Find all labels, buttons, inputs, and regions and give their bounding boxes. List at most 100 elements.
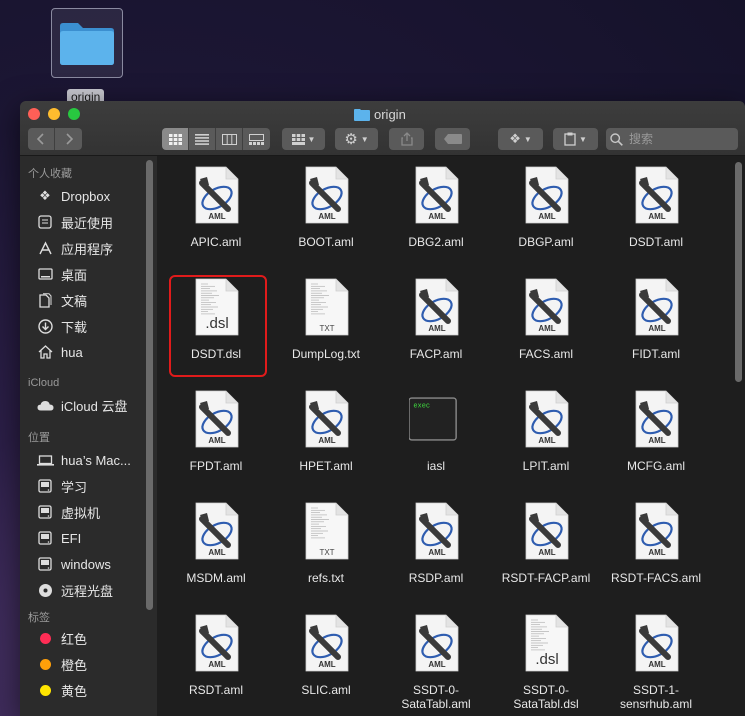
aml-file-icon: AML [195,166,239,224]
file-item[interactable]: TXT refs.txt [271,501,381,611]
sidebar-item[interactable]: 橙色 [36,653,154,675]
view-columns-button[interactable] [216,128,243,150]
tag-dot-icon [36,682,54,698]
file-item[interactable]: AML FACS.aml [491,277,601,387]
search-field[interactable] [606,128,738,150]
file-item[interactable]: AML LPIT.aml [491,389,601,499]
sidebar-item[interactable]: 文稿 [36,289,154,311]
file-item[interactable]: AML RSDT-FACP.aml [491,501,601,611]
extension-button[interactable]: ▼ [553,128,598,150]
file-item[interactable]: AML MCFG.aml [601,389,711,499]
sidebar: 个人收藏 ❖ Dropbox 最近使用 应用程序 桌面 文稿 下载 hua iCloud iClou… [20,156,157,716]
file-item[interactable]: .dsl SSDT-0-SataTabl.dsl [491,613,601,716]
svg-text:AML: AML [208,660,225,669]
sidebar-item[interactable]: 下载 [36,315,154,337]
file-name-label: SSDT-1-sensrhub.aml [619,683,693,711]
file-item[interactable]: AML RSDT-FACS.aml [601,501,711,611]
file-item[interactable]: AML RSDT.aml [161,613,271,716]
chevron-left-icon [37,133,44,145]
sidebar-item[interactable]: iCloud 云盘 [36,394,154,416]
file-item[interactable]: AML SSDT-1-sensrhub.aml [601,613,711,716]
file-item[interactable]: AML DSDT.aml [601,165,711,275]
close-button[interactable] [28,108,40,120]
file-item[interactable]: AML DBGP.aml [491,165,601,275]
file-name-label: MCFG.aml [627,459,685,473]
aml-file-icon: AML [635,502,679,560]
sidebar-item[interactable]: 桌面 [36,263,154,285]
sidebar-item[interactable]: 应用程序 [36,237,154,259]
zoom-button[interactable] [68,108,80,120]
disk-icon [36,530,54,546]
sidebar-item-label: 学习 [61,479,88,495]
file-name-label: HPET.aml [299,459,353,473]
sidebar-item[interactable]: 黄色 [36,679,154,701]
forward-button[interactable] [55,128,82,150]
laptop-icon [36,452,54,468]
recents-icon [36,214,54,230]
file-item[interactable]: AML FPDT.aml [161,389,271,499]
sidebar-item[interactable]: hua’s Mac... [36,449,154,471]
sidebar-item[interactable]: EFI [36,527,154,549]
content-scrollbar[interactable] [735,162,742,382]
sidebar-item-label: 下载 [61,319,88,335]
file-name-label: DBGP.aml [518,235,574,249]
sidebar-item[interactable]: 远程光盘 [36,579,154,601]
terminal-exec-icon: exec [409,397,457,441]
share-button[interactable] [389,128,424,150]
file-item[interactable]: AML SSDT-0-SataTabl.aml [381,613,491,716]
view-list-button[interactable] [189,128,216,150]
sidebar-item-label: hua’s Mac... [61,452,131,468]
sidebar-item-label: 文稿 [61,293,88,309]
sidebar-item-label: EFI [61,530,82,546]
file-item[interactable]: AML MSDM.aml [161,501,271,611]
svg-text:AML: AML [208,548,225,557]
disk-icon [36,504,54,520]
file-name-label: RSDT-FACS.aml [610,571,701,585]
sidebar-item[interactable]: 最近使用 [36,211,154,233]
view-icons-button[interactable] [162,128,189,150]
sidebar-item[interactable]: 虚拟机 [36,501,154,523]
aml-file-icon: AML [525,390,569,448]
sidebar-item[interactable]: 学习 [36,475,154,497]
chevron-down-icon: ▼ [523,134,532,144]
svg-text:AML: AML [428,212,445,221]
file-item[interactable]: AML SLIC.aml [271,613,381,716]
aml-file-icon: AML [635,614,679,672]
file-item[interactable]: exec iasl [381,389,491,499]
edit-tags-button[interactable] [435,128,470,150]
titlebar: origin ▼ ⚙ ▼ ❖ ▼ ▼ 搜索 [20,101,745,156]
file-item[interactable]: AML RSDP.aml [381,501,491,611]
aml-file-icon: AML [525,502,569,560]
file-name-label: FACP.aml [409,347,463,361]
file-item[interactable]: AML DBG2.aml [381,165,491,275]
gear-icon: ⚙ [344,131,358,148]
file-name-label: MSDM.aml [186,571,246,585]
svg-text:TXT: TXT [319,548,334,557]
gallery-icon [249,133,264,145]
sidebar-item[interactable]: ❖ Dropbox [36,185,154,207]
file-item[interactable]: AML FIDT.aml [601,277,711,387]
view-gallery-button[interactable] [243,128,270,150]
group-by-button[interactable]: ▼ [282,128,325,150]
sidebar-scrollbar[interactable] [146,160,153,610]
text-file-icon: TXT [305,502,349,560]
file-item[interactable]: AML BOOT.aml [271,165,381,275]
svg-text:AML: AML [428,548,445,557]
sidebar-item-label: 最近使用 [61,215,114,231]
file-item[interactable]: TXT DumpLog.txt [271,277,381,387]
file-item[interactable]: AML APIC.aml [161,165,271,275]
tag-dot-icon [36,656,54,672]
back-button[interactable] [28,128,55,150]
desktop-folder-origin[interactable]: origin [51,8,123,105]
file-item[interactable]: AML HPET.aml [271,389,381,499]
minimize-button[interactable] [48,108,60,120]
dropbox-button[interactable]: ❖ ▼ [498,128,543,150]
sidebar-item[interactable]: windows [36,553,154,575]
svg-text:AML: AML [428,660,445,669]
search-input[interactable] [627,131,731,147]
sidebar-item[interactable]: hua [36,341,154,363]
file-item[interactable]: AML FACP.aml [381,277,491,387]
sidebar-item[interactable]: 红色 [36,627,154,649]
action-button[interactable]: ⚙ ▼ [335,128,378,150]
file-name-label: LPIT.aml [522,459,570,473]
